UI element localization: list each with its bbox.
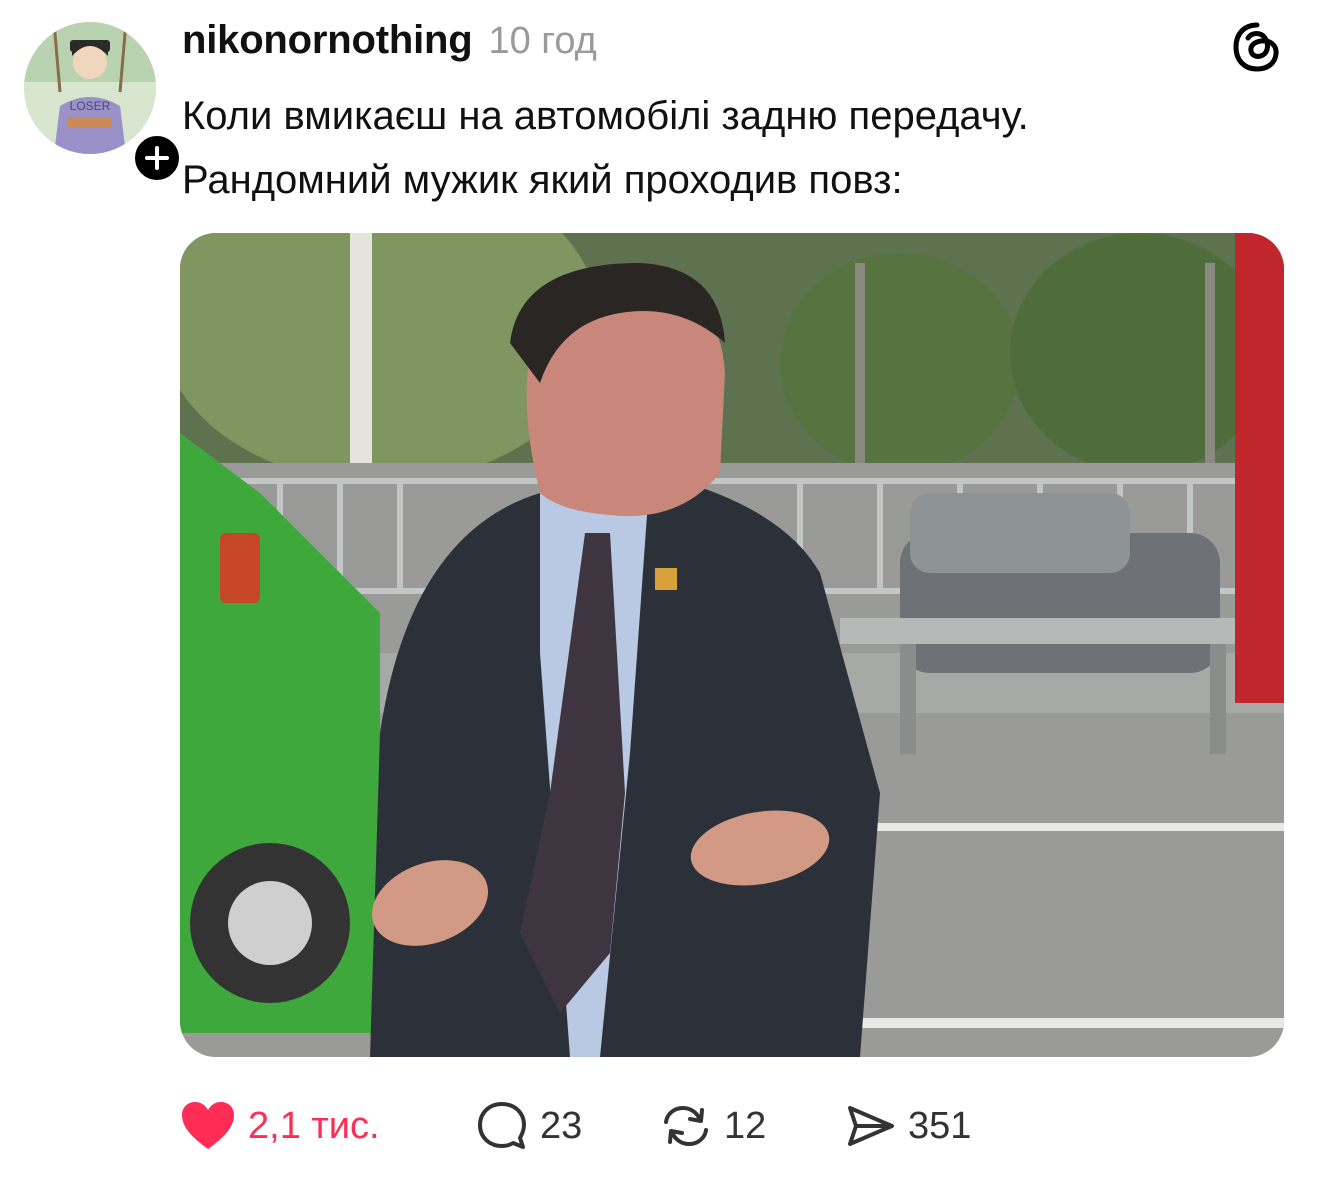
avatar-shirt-text: LOSER	[70, 99, 111, 113]
caption-line-1: Коли вмикаєш на автомобілі задню передач…	[182, 94, 1029, 138]
follow-button[interactable]	[129, 130, 185, 186]
send-icon	[844, 1100, 896, 1152]
action-bar: 2,1 тис. 23 12 351	[180, 1096, 1080, 1156]
avatar[interactable]: LOSER	[24, 22, 156, 154]
thread-post: LOSER nikonornothing 10 год Коли вмикаєш…	[0, 0, 1320, 1188]
comment-bubble-icon	[476, 1100, 528, 1152]
caption-line-2: Рандомний мужик який проходив повз:	[182, 158, 903, 202]
username-link[interactable]: nikonornothing	[182, 18, 473, 63]
repost-count: 12	[724, 1104, 767, 1147]
post-image[interactable]	[180, 233, 1284, 1057]
plus-icon	[145, 146, 169, 170]
like-button[interactable]: 2,1 тис.	[180, 1096, 380, 1156]
like-count: 2,1 тис.	[248, 1104, 380, 1147]
share-button[interactable]: 351	[844, 1096, 971, 1156]
avatar-container[interactable]: LOSER	[24, 22, 185, 186]
threads-logo-icon[interactable]	[1230, 20, 1284, 74]
heart-icon	[180, 1100, 236, 1152]
comment-button[interactable]: 23	[476, 1096, 582, 1156]
post-timestamp: 10 год	[488, 20, 597, 62]
post-caption: Коли вмикаєш на автомобілі задню передач…	[182, 84, 1282, 212]
post-header: nikonornothing 10 год	[182, 18, 597, 70]
repost-icon	[660, 1100, 712, 1152]
share-count: 351	[908, 1104, 972, 1147]
comment-count: 23	[540, 1104, 583, 1147]
repost-button[interactable]: 12	[660, 1096, 766, 1156]
